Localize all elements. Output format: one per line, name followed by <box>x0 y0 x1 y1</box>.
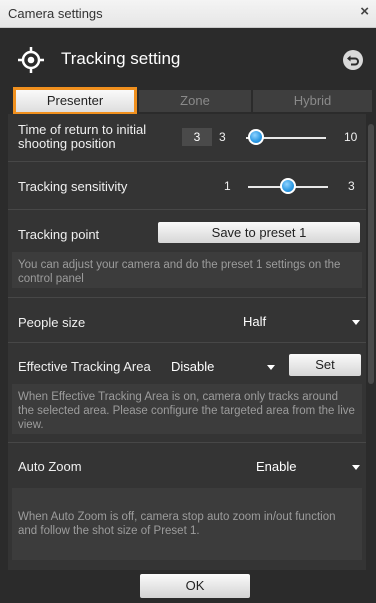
effective-area-row: Effective Tracking Area Disable Set When… <box>8 343 366 443</box>
scrollbar-thumb[interactable] <box>368 124 374 384</box>
auto-zoom-row: Auto Zoom Enable When Auto Zoom is off, … <box>8 443 366 570</box>
back-button[interactable] <box>343 50 363 70</box>
scrollbar[interactable] <box>368 114 374 570</box>
effective-area-label: Effective Tracking Area <box>18 359 151 374</box>
sensitivity-label: Tracking sensitivity <box>18 179 128 194</box>
chevron-down-icon[interactable] <box>352 465 360 470</box>
window-title: Camera settings <box>8 6 103 21</box>
crosshair-target-icon <box>18 47 44 73</box>
auto-zoom-label: Auto Zoom <box>18 459 82 474</box>
tab-hybrid[interactable]: Hybrid <box>253 90 372 112</box>
tracking-point-note: You can adjust your camera and do the pr… <box>12 252 362 288</box>
tracking-point-row: Tracking point Save to preset 1 You can … <box>8 210 366 298</box>
effective-area-note: When Effective Tracking Area is on, came… <box>12 384 362 434</box>
tracking-point-label: Tracking point <box>18 227 100 242</box>
return-time-label: Time of return to initial shooting posit… <box>18 123 146 151</box>
return-time-row: Time of return to initial shooting posit… <box>8 114 366 162</box>
window-titlebar: Camera settings × <box>0 0 376 28</box>
people-size-dropdown[interactable]: Half <box>243 314 266 329</box>
save-preset-button[interactable]: Save to preset 1 <box>158 222 360 243</box>
sensitivity-slider-knob[interactable] <box>280 178 296 194</box>
chevron-down-icon[interactable] <box>267 365 275 370</box>
footer: OK <box>0 570 376 603</box>
sensitivity-row: Tracking sensitivity 1 3 <box>8 162 366 210</box>
close-icon[interactable]: × <box>360 3 369 20</box>
return-time-slider-knob[interactable] <box>248 129 264 145</box>
return-time-max: 10 <box>344 130 358 144</box>
return-time-label-line2: shooting position <box>18 136 116 151</box>
people-size-row: People size Half <box>8 298 366 343</box>
tab-bar: Presenter Zone Hybrid <box>8 87 372 115</box>
people-size-label: People size <box>18 315 86 330</box>
page-title: Tracking setting <box>61 49 181 68</box>
auto-zoom-dropdown[interactable]: Enable <box>256 459 296 474</box>
effective-area-dropdown[interactable]: Disable <box>171 359 214 374</box>
return-time-value[interactable]: 3 <box>182 128 212 146</box>
sensitivity-min: 1 <box>224 179 231 193</box>
chevron-down-icon[interactable] <box>352 320 360 325</box>
tab-zone[interactable]: Zone <box>139 90 251 112</box>
return-time-min: 3 <box>219 130 226 144</box>
set-area-button[interactable]: Set <box>289 354 361 376</box>
settings-panel: Time of return to initial shooting posit… <box>8 114 366 570</box>
return-time-label-line1: Time of return to initial <box>18 122 147 137</box>
auto-zoom-note: When Auto Zoom is off, camera stop auto … <box>12 488 362 560</box>
page-header: Tracking setting <box>0 28 376 90</box>
ok-button[interactable]: OK <box>140 574 250 598</box>
sensitivity-max: 3 <box>348 179 355 193</box>
undo-arrow-icon <box>347 55 359 66</box>
tab-presenter[interactable]: Presenter <box>13 87 137 115</box>
